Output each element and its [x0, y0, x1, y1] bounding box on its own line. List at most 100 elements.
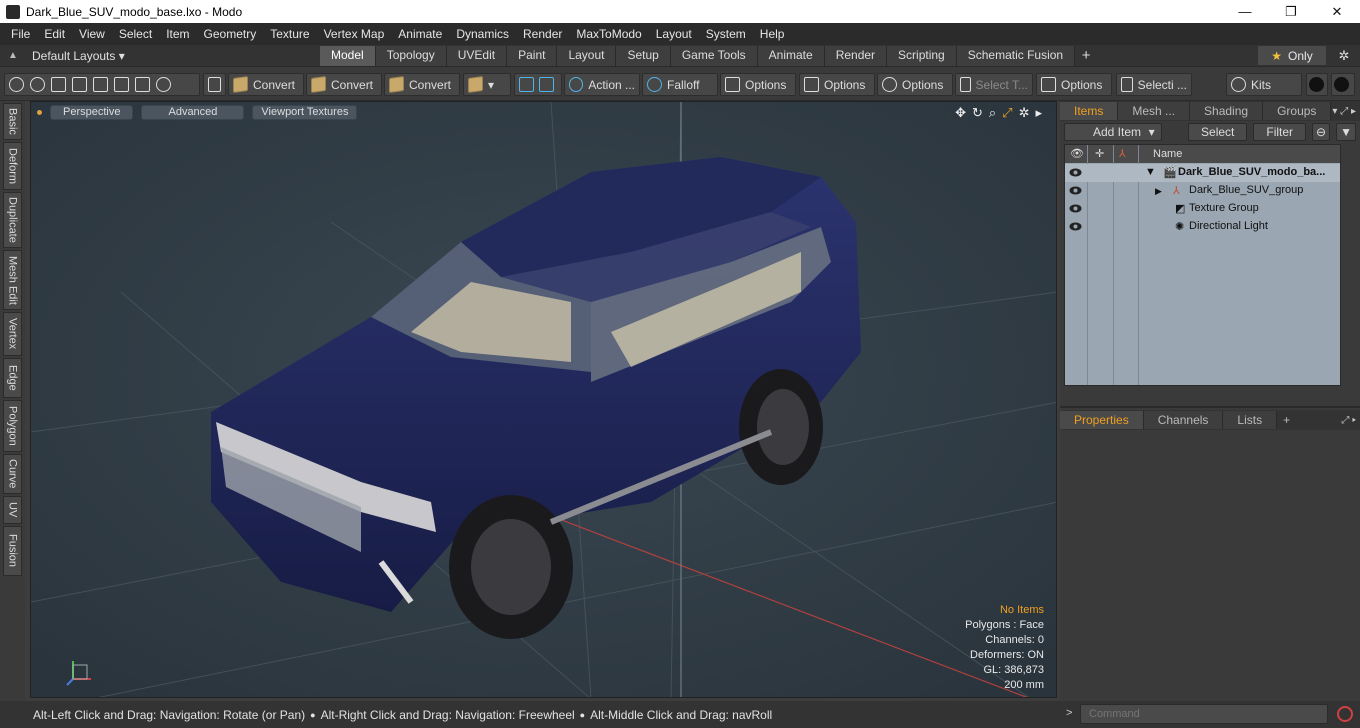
tab-topology[interactable]: Topology — [375, 46, 447, 66]
options-button-4[interactable]: Options — [1036, 73, 1112, 96]
tab-duplicate[interactable]: Duplicate — [3, 192, 22, 248]
convert-button-2[interactable]: Convert — [306, 73, 382, 96]
item-row-scene[interactable]: ▼ 🎬 Dark_Blue_SUV_modo_ba... — [1065, 164, 1340, 182]
minimize-button[interactable]: — — [1222, 0, 1268, 23]
advanced-button[interactable]: Advanced — [141, 104, 245, 120]
materials-mode-icon[interactable] — [135, 77, 150, 92]
tab-items[interactable]: Items — [1060, 102, 1119, 120]
tab-shading[interactable]: Shading — [1190, 102, 1264, 120]
3d-viewport[interactable]: Perspective Advanced Viewport Textures ✥… — [30, 101, 1057, 698]
viewport-menu-dot[interactable] — [37, 109, 42, 115]
tab-schematic-fusion[interactable]: Schematic Fusion — [956, 46, 1076, 66]
item-row-texture-group[interactable]: ◩ Texture Group — [1065, 200, 1340, 218]
menu-texture[interactable]: Texture — [263, 23, 316, 45]
add-tab-button[interactable]: + — [1277, 411, 1296, 429]
gear-icon[interactable]: ✲ — [1334, 46, 1354, 65]
tab-basic[interactable]: Basic — [3, 103, 22, 140]
options-button-2[interactable]: Options — [799, 73, 875, 96]
maximize-button[interactable]: ❐ — [1268, 0, 1314, 23]
menu-select[interactable]: Select — [112, 23, 159, 45]
add-tab-button[interactable]: + — [1075, 45, 1097, 66]
filter-button[interactable]: Filter — [1253, 123, 1307, 141]
vertices-mode-icon[interactable] — [9, 77, 24, 92]
tab-lists[interactable]: Lists — [1223, 411, 1278, 429]
items-list[interactable]: 👁 ✛ ⅄ Name ▼ 🎬 Dark_Blue_SUV_modo_ba... … — [1064, 144, 1341, 386]
zoom-view-icon[interactable]: ⌕ — [989, 105, 996, 121]
expand-arrow-icon[interactable]: ▼ — [1145, 166, 1156, 178]
viewport-gear-icon[interactable]: ✲ — [1019, 105, 1030, 121]
menu-geometry[interactable]: Geometry — [197, 23, 264, 45]
convert-button-1[interactable]: Convert — [228, 73, 304, 96]
edges-mode-icon[interactable] — [93, 77, 108, 92]
add-item-dropdown[interactable]: Add Item ▾ — [1064, 123, 1162, 141]
move-view-icon[interactable]: ✥ — [955, 105, 966, 121]
tab-render[interactable]: Render — [824, 46, 888, 66]
eye-icon[interactable] — [1069, 167, 1082, 178]
eye-icon[interactable] — [1069, 221, 1082, 232]
tab-deform[interactable]: Deform — [3, 142, 22, 190]
pen-tool-icon[interactable] — [51, 77, 66, 92]
select-button[interactable]: Select — [1188, 123, 1248, 141]
rotate-view-icon[interactable]: ↻ — [972, 105, 983, 121]
tab-properties[interactable]: Properties — [1060, 411, 1144, 429]
eye-icon[interactable] — [1069, 185, 1082, 196]
options-button-1[interactable]: Options — [720, 73, 796, 96]
layout-collapse-icon[interactable]: ▲ — [0, 50, 26, 61]
eye-icon[interactable] — [1069, 203, 1082, 214]
tab-groups[interactable]: Groups — [1263, 102, 1332, 120]
options-button-3[interactable]: Options — [877, 73, 953, 96]
menu-file[interactable]: File — [4, 23, 37, 45]
tab-uv[interactable]: UV — [3, 496, 22, 524]
tab-mesh-edit[interactable]: Mesh Edit — [3, 250, 22, 310]
viewport-textures-button[interactable]: Viewport Textures — [252, 104, 358, 120]
snap-icon[interactable] — [519, 77, 534, 92]
unreal-button[interactable] — [1331, 73, 1355, 96]
convert-button-3[interactable]: Convert — [384, 73, 460, 96]
unity-button[interactable] — [1306, 73, 1328, 96]
tab-vertex[interactable]: Vertex — [3, 312, 22, 356]
menu-help[interactable]: Help — [753, 23, 792, 45]
tab-game-tools[interactable]: Game Tools — [670, 46, 758, 66]
expand-arrow-icon[interactable]: ▶ — [1155, 186, 1162, 197]
tab-polygon[interactable]: Polygon — [3, 400, 22, 452]
menu-system[interactable]: System — [699, 23, 753, 45]
panel-options-icon[interactable]: ⤢ ▸ — [1341, 415, 1360, 426]
panel-options-icon[interactable]: ▾ ⤢ ▸ — [1332, 106, 1360, 117]
select-through-button[interactable]: Select T... — [955, 73, 1033, 96]
perspective-button[interactable]: Perspective — [50, 104, 134, 120]
menu-render[interactable]: Render — [516, 23, 569, 45]
tab-mesh-ops[interactable]: Mesh ... — [1118, 102, 1191, 120]
kits-button[interactable]: Kits — [1226, 73, 1302, 96]
tab-uvedit[interactable]: UVEdit — [446, 46, 508, 66]
globe-mode-icon[interactable] — [30, 77, 45, 92]
tab-setup[interactable]: Setup — [616, 46, 671, 66]
menu-dynamics[interactable]: Dynamics — [449, 23, 516, 45]
menu-layout[interactable]: Layout — [649, 23, 699, 45]
tab-animate[interactable]: Animate — [757, 46, 825, 66]
menu-item[interactable]: Item — [159, 23, 196, 45]
command-input[interactable] — [1080, 704, 1328, 724]
tab-paint[interactable]: Paint — [507, 46, 558, 66]
tab-channels[interactable]: Channels — [1143, 411, 1224, 429]
polygon-mode-icon[interactable] — [72, 77, 87, 92]
tab-scripting[interactable]: Scripting — [887, 46, 957, 66]
only-toggle[interactable]: ★ Only — [1258, 46, 1326, 65]
action-center-button[interactable]: Action ... — [564, 73, 640, 96]
record-macro-icon[interactable] — [1337, 706, 1353, 722]
menu-view[interactable]: View — [72, 23, 112, 45]
item-row-directional-light[interactable]: ✺ Directional Light — [1065, 218, 1340, 236]
pivot-mode-icon[interactable] — [156, 77, 171, 92]
menu-maxtomodo[interactable]: MaxToModo — [569, 23, 648, 45]
items-mode-icon[interactable] — [114, 77, 129, 92]
symmetry-icon[interactable] — [539, 77, 554, 92]
item-row-group[interactable]: ▶ ⅄ Dark_Blue_SUV_group — [1065, 182, 1340, 200]
funnel-icon[interactable]: ▼ — [1336, 123, 1356, 141]
items-scrollbar[interactable] — [1341, 144, 1355, 386]
tab-fusion[interactable]: Fusion — [3, 526, 22, 576]
fit-view-icon[interactable]: ⤢ — [1002, 105, 1012, 121]
tab-layout[interactable]: Layout — [557, 46, 617, 66]
viewport-more-icon[interactable]: ▸ — [1035, 105, 1042, 121]
tab-model[interactable]: Model — [320, 46, 376, 66]
collapse-icon[interactable]: ⊖ — [1312, 123, 1331, 141]
mesh-type-dropdown[interactable]: ▾ — [463, 73, 511, 96]
